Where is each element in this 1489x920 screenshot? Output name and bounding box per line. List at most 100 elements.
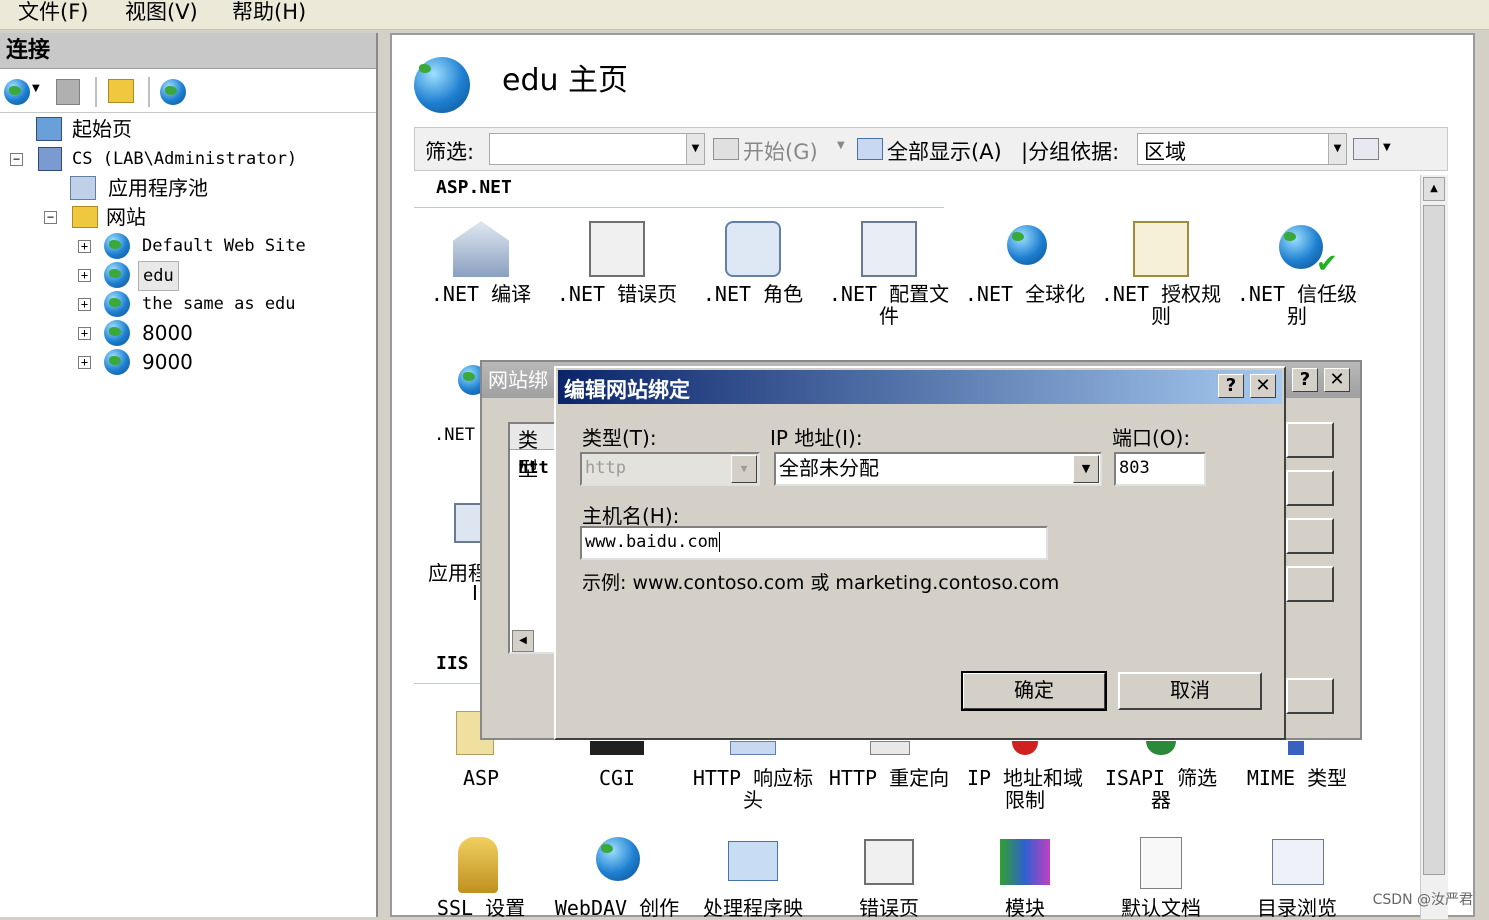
- scroll-thumb[interactable]: [1423, 205, 1445, 875]
- feature-net-error-pages[interactable]: .NET 错误页: [552, 221, 682, 331]
- roles-icon: [725, 221, 781, 277]
- type-select[interactable]: http ▼: [580, 452, 760, 486]
- tree-node-sites[interactable]: − 网站: [42, 203, 302, 231]
- feature-handler-mappings[interactable]: 处理程序映: [688, 833, 818, 919]
- dropdown-arrow-icon[interactable]: ▼: [32, 83, 40, 94]
- help-button[interactable]: ?: [1292, 368, 1318, 392]
- collapse-icon[interactable]: −: [44, 211, 57, 224]
- redirect-icon: [870, 741, 910, 755]
- site-globe-icon: [104, 320, 130, 346]
- ip-address-label: IP 地址(I):: [770, 426, 863, 450]
- collapse-icon[interactable]: −: [10, 153, 23, 166]
- checkmark-icon: ✔: [1316, 249, 1338, 279]
- sites-folder-icon: [72, 206, 98, 228]
- ip-address-select[interactable]: 全部未分配 ▼: [774, 452, 1102, 486]
- expand-icon[interactable]: +: [78, 269, 91, 282]
- isapi-icon: [1146, 741, 1176, 755]
- iis-section-header: IIS: [436, 653, 469, 674]
- disconnect-icon[interactable]: [160, 79, 186, 105]
- folder-up-icon[interactable]: [108, 79, 134, 103]
- feature-net-roles[interactable]: .NET 角色: [688, 221, 818, 331]
- close-button[interactable]: ✕: [1324, 368, 1350, 392]
- hostname-example: 示例: www.contoso.com 或 marketing.contoso.…: [582, 572, 1060, 594]
- tree-node-8000[interactable]: + 8000: [78, 319, 368, 347]
- compile-icon: [453, 221, 509, 277]
- dialog-titlebar: 编辑网站绑定 ? ✕: [558, 370, 1282, 404]
- scroll-left-icon[interactable]: ◀: [512, 630, 534, 652]
- chevron-down-icon[interactable]: ▼: [1073, 455, 1099, 483]
- globalization-globe-icon: [1007, 225, 1047, 265]
- menu-view[interactable]: 视图(V): [125, 0, 198, 24]
- menu-help[interactable]: 帮助(H): [232, 0, 306, 24]
- bindings-edit-button[interactable]: [1286, 470, 1334, 506]
- hostname-label: 主机名(H):: [582, 504, 680, 528]
- bindings-list[interactable]: 类型 htt ◀: [508, 422, 558, 654]
- connect-globe-icon[interactable]: [4, 79, 30, 105]
- cancel-button[interactable]: 取消: [1118, 672, 1262, 710]
- binoculars-icon: [713, 138, 739, 160]
- port-label: 端口(O):: [1112, 426, 1191, 450]
- group-by-select[interactable]: 区域 ▼: [1137, 133, 1347, 165]
- feature-net-globalization[interactable]: .NET 全球化: [960, 221, 1090, 331]
- bindings-close-button[interactable]: [1286, 678, 1334, 714]
- chevron-down-icon[interactable]: ▼: [686, 134, 704, 164]
- chevron-down-icon[interactable]: ▼: [731, 455, 757, 483]
- close-button[interactable]: ✕: [1250, 374, 1276, 398]
- bindings-col-type[interactable]: 类型: [510, 424, 556, 481]
- handler-mappings-icon: [728, 841, 778, 881]
- tree-node-start-page[interactable]: 起始页: [36, 115, 336, 143]
- ok-button[interactable]: 确定: [961, 671, 1107, 711]
- expand-icon[interactable]: +: [78, 240, 91, 253]
- modules-icon: [1000, 839, 1050, 885]
- scroll-up-icon[interactable]: ▲: [1423, 177, 1445, 201]
- expand-icon[interactable]: +: [78, 298, 91, 311]
- menu-file[interactable]: 文件(F): [18, 0, 88, 24]
- feature-net-compile[interactable]: .NET 编译: [416, 221, 546, 331]
- chevron-down-icon[interactable]: ▼: [1328, 134, 1346, 164]
- feature-directory-browsing[interactable]: 目录浏览: [1232, 833, 1362, 919]
- bindings-browse-button[interactable]: [1286, 566, 1334, 602]
- ssl-lock-icon: [458, 837, 498, 893]
- feature-net-authorization[interactable]: .NET 授权规则: [1096, 221, 1226, 341]
- dropdown-arrow-icon[interactable]: ▼: [1383, 142, 1391, 153]
- feature-ssl-settings[interactable]: SSL 设置: [416, 833, 546, 919]
- show-all-button[interactable]: 全部显示(A): [887, 136, 1002, 166]
- dropdown-arrow-icon[interactable]: ▼: [837, 140, 845, 151]
- edit-site-binding-dialog: 编辑网站绑定 ? ✕ 类型(T): http ▼ IP 地址(I): 全部未分配…: [554, 366, 1286, 740]
- connections-header: 连接: [0, 33, 376, 69]
- site-globe-icon: [104, 262, 130, 288]
- filter-bar: 筛选: ▼ 开始(G) ▼ 全部显示(A) |分组依据: 区域 ▼ ▼: [414, 127, 1448, 171]
- view-mode-icon[interactable]: [1353, 138, 1379, 160]
- bindings-remove-button[interactable]: [1286, 518, 1334, 554]
- default-document-icon: [1140, 837, 1182, 889]
- expand-icon[interactable]: +: [78, 327, 91, 340]
- feature-net-profile[interactable]: .NET 配置文件: [824, 221, 954, 341]
- expand-icon[interactable]: +: [78, 356, 91, 369]
- bindings-row-type[interactable]: htt: [518, 458, 549, 478]
- save-icon[interactable]: [56, 79, 80, 105]
- filter-input[interactable]: ▼: [489, 133, 705, 165]
- feature-default-document[interactable]: 默认文档: [1096, 833, 1226, 919]
- connections-pane: 连接 ▼ 起始页 − CS (LAB\Administrator) 应用程序池 …: [0, 33, 378, 917]
- help-button[interactable]: ?: [1218, 374, 1244, 398]
- tree-node-app-pools[interactable]: 应用程序池: [70, 174, 330, 202]
- feature-webdav[interactable]: WebDAV 创作: [552, 833, 682, 919]
- port-input[interactable]: 803: [1114, 452, 1206, 486]
- show-all-icon: [857, 138, 883, 160]
- feature-net-trust-levels[interactable]: ✔ .NET 信任级别: [1232, 221, 1362, 341]
- bindings-add-button[interactable]: [1286, 422, 1334, 458]
- tree-node-same-as-edu[interactable]: + the same as edu: [78, 290, 368, 318]
- tree-node-9000[interactable]: + 9000: [78, 348, 368, 376]
- feature-error-pages[interactable]: 错误页: [824, 833, 954, 919]
- toolbar-separator-2: [148, 77, 150, 107]
- toolbar-separator: [95, 77, 97, 107]
- feature-modules[interactable]: 模块: [960, 833, 1090, 919]
- site-bindings-title: 网站绑: [488, 368, 548, 392]
- vertical-scrollbar[interactable]: ▲: [1420, 175, 1448, 919]
- directory-browsing-icon: [1272, 839, 1324, 885]
- start-filter-button[interactable]: 开始(G): [743, 136, 818, 166]
- hostname-input[interactable]: www.baidu.com: [580, 526, 1048, 560]
- tree-node-server[interactable]: − CS (LAB\Administrator): [8, 145, 368, 173]
- tree-node-edu[interactable]: + edu: [78, 261, 368, 291]
- tree-node-default-web-site[interactable]: + Default Web Site: [78, 232, 368, 260]
